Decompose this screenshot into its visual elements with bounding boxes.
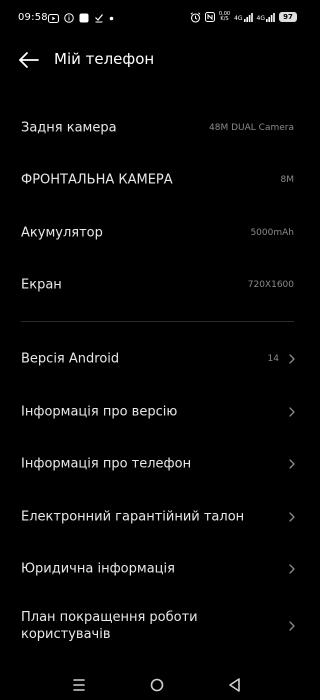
alarm-icon (190, 11, 201, 23)
nav-back-button[interactable] (224, 674, 246, 696)
link-row-android-version[interactable]: Версія Android 14 (0, 333, 315, 385)
link-row-warranty-card[interactable]: Електронний гарантійний талон (0, 491, 315, 543)
chevron-right-icon (289, 459, 295, 469)
chevron-right-icon (289, 407, 295, 417)
link-label: Електронний гарантійний талон (21, 509, 245, 525)
menu-icon (73, 679, 85, 691)
signal-bars-icon (243, 12, 253, 22)
back-button[interactable] (16, 49, 42, 71)
link-row-user-experience-program[interactable]: План покращення роботи користувачів (0, 600, 315, 652)
spec-label: Задня камера (21, 120, 117, 136)
notification-icons (48, 12, 114, 24)
page-title: Мій телефон (54, 50, 155, 68)
status-time: 09:58 (18, 12, 48, 23)
arrow-left-icon (19, 52, 39, 68)
chevron-right-icon (289, 564, 295, 574)
spec-value: 8M (280, 175, 295, 185)
spec-label: ФРОНТАЛЬНА КАМЕРА (21, 172, 173, 188)
battery-level: 97 (283, 13, 293, 21)
signal-group-2: 4G (256, 12, 275, 22)
page-header: Мій телефон (0, 42, 315, 78)
spec-row-rear-camera: Задня камера 48M DUAL Camera (0, 102, 315, 154)
spec-label: Екран (21, 277, 62, 293)
spec-value: 48M DUAL Camera (209, 123, 294, 133)
circle-home-icon (150, 678, 164, 692)
link-label: Версія Android (21, 351, 120, 367)
link-row-version-info[interactable]: Інформація про версію (0, 386, 315, 438)
net-speed-indicator: 0,00 K/S (219, 12, 230, 22)
info-icon (64, 13, 74, 23)
spec-value: 720X1600 (247, 280, 294, 290)
nfc-icon (204, 12, 215, 22)
net-speed-unit: K/S (220, 16, 229, 22)
link-row-phone-info[interactable]: Інформація про телефон (0, 438, 315, 490)
signal-group-1: 4G (234, 12, 253, 22)
triangle-back-icon (229, 678, 240, 692)
section-divider (21, 321, 294, 322)
notification-dot-icon (109, 16, 114, 20)
battery-icon: 97 (279, 12, 297, 22)
nav-home-button[interactable] (146, 674, 168, 696)
nav-recents-button[interactable] (68, 674, 90, 696)
chevron-right-icon (289, 512, 295, 522)
system-status-icons: 0,00 K/S 4G 4G 97 (190, 10, 297, 24)
link-label: Юридична інформація (21, 561, 175, 577)
spec-label: Акумулятор (21, 225, 103, 241)
signal-1-label: 4G (234, 14, 243, 22)
link-label: Інформація про версію (21, 404, 178, 420)
link-value: 14 (267, 354, 279, 364)
signal-bars-icon (266, 12, 275, 22)
chevron-right-icon (289, 354, 295, 364)
link-label: План покращення роботи користувачів (21, 610, 198, 642)
download-done-icon (95, 14, 103, 23)
link-row-legal-info[interactable]: Юридична інформація (0, 543, 315, 595)
spec-row-front-camera: ФРОНТАЛЬНА КАМЕРА 8M (0, 154, 315, 206)
signal-2-label: 4G (256, 14, 265, 22)
spec-row-battery: Акумулятор 5000mAh (0, 207, 315, 259)
link-label: Інформація про телефон (21, 456, 192, 472)
chevron-right-icon (289, 621, 295, 631)
app-square-icon (79, 13, 89, 23)
spec-value: 5000mAh (250, 228, 294, 238)
spec-row-screen: Екран 720X1600 (0, 259, 315, 311)
youtube-icon (48, 13, 59, 23)
status-bar: 09:58 0,00 K/S 4G 4G 97 (0, 0, 315, 38)
system-nav-bar (0, 670, 315, 700)
